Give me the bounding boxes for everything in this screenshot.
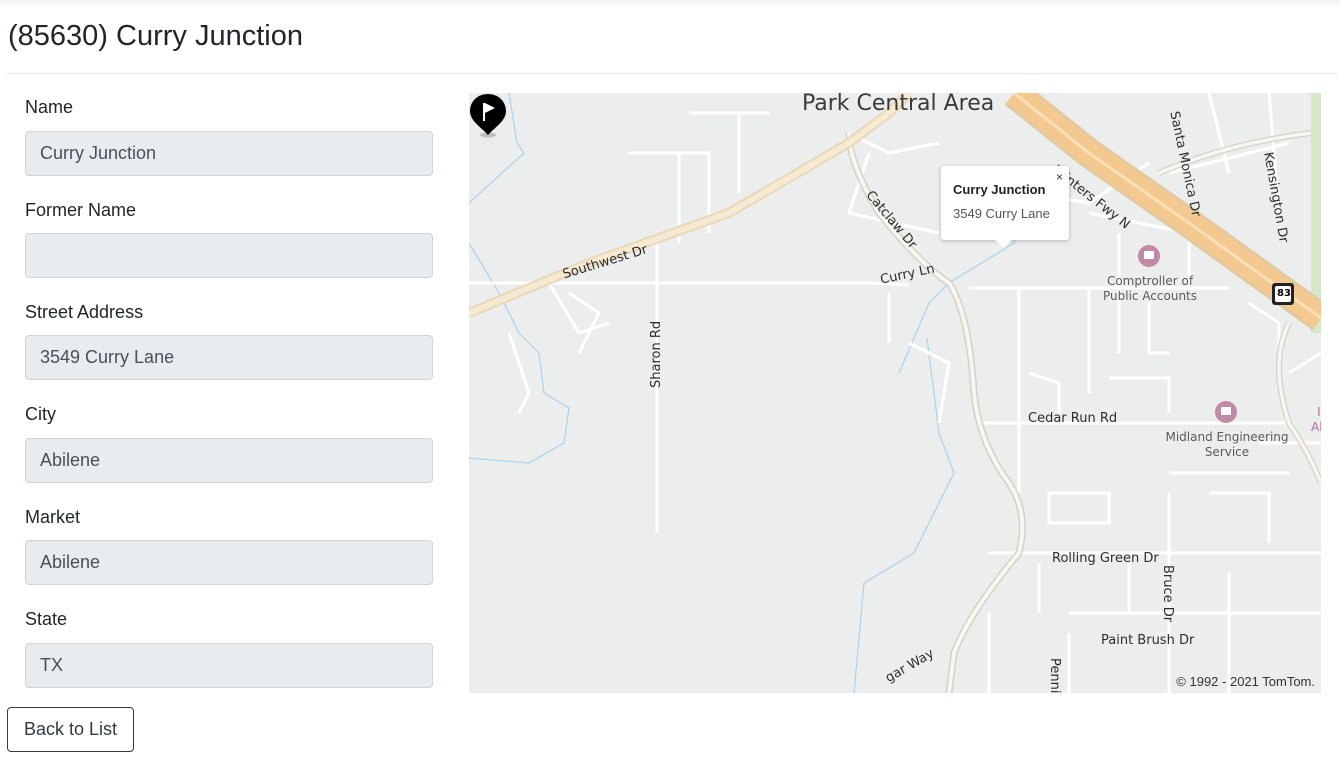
poi-midland-line1: Midland Engineering [1165, 430, 1289, 444]
poi-comptroller: Comptroller of Public Accounts [1097, 274, 1203, 304]
state-field[interactable]: TX [25, 643, 433, 688]
road-label-rolling-green-dr: Rolling Green Dr [1052, 551, 1159, 566]
road-label-paint-brush-dr: Paint Brush Dr [1101, 633, 1195, 648]
poi-midland-line2: Service [1204, 445, 1250, 459]
map-view[interactable]: Park Central Area Winters Fwy N Southwes… [469, 93, 1321, 693]
former-name-label: Former Name [25, 200, 137, 220]
city-field[interactable]: Abilene [25, 438, 433, 483]
title-divider [7, 73, 1337, 74]
popup-address: 3549 Curry Lane [953, 206, 1050, 221]
top-shadow [0, 0, 1340, 8]
poi-edge-line1: I [1317, 405, 1321, 419]
street-address-field[interactable]: 3549 Curry Lane [25, 335, 433, 380]
road-label-cedar-run-rd: Cedar Run Rd [1028, 411, 1118, 426]
location-popup: × Curry Junction 3549 Curry Lane [941, 166, 1069, 248]
street-address-label: Street Address [25, 302, 144, 322]
road-label-sharon-rd: Sharon Rd [649, 320, 664, 388]
name-field[interactable]: Curry Junction [25, 131, 433, 176]
market-label: Market [25, 507, 81, 527]
state-label: State [25, 609, 68, 629]
poi-comptroller-line2: Public Accounts [1102, 289, 1198, 303]
poi-edge-line2: Ab [1311, 420, 1321, 434]
former-name-field[interactable] [25, 233, 433, 278]
popup-close-button[interactable]: × [1056, 170, 1063, 184]
page-title: (85630) Curry Junction [8, 20, 303, 52]
area-label: Park Central Area [802, 93, 995, 116]
market-field[interactable]: Abilene [25, 540, 433, 585]
road-label-bruce-dr: Bruce Dr [1160, 565, 1175, 623]
back-to-list-button[interactable]: Back to List [7, 707, 134, 752]
flag-marker-icon[interactable] [469, 93, 507, 139]
popup-title: Curry Junction [953, 182, 1046, 197]
poi-comptroller-line1: Comptroller of [1106, 274, 1194, 288]
highway-shield-83: 83 [1277, 288, 1291, 299]
name-label: Name [25, 97, 74, 117]
poi-midland-engineering: Midland Engineering Service [1161, 430, 1293, 460]
poi-edge-label: I Ab [1311, 405, 1321, 435]
road-label-penn: Penni [1047, 658, 1062, 693]
map-copyright: © 1992 - 2021 TomTom. [1176, 674, 1315, 689]
city-label: City [25, 404, 56, 424]
